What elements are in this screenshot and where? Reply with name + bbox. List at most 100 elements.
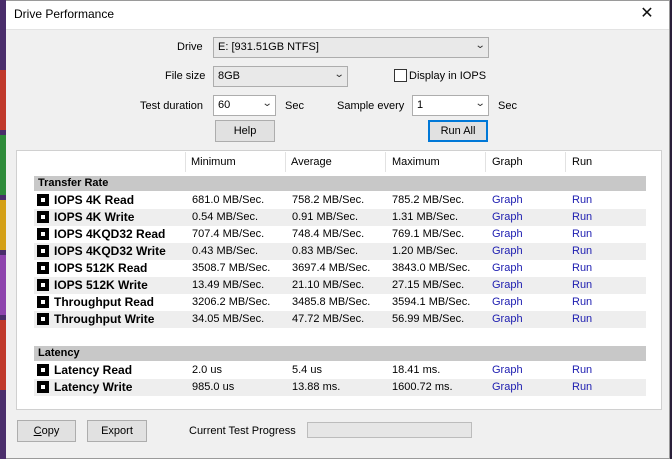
column-divider: [185, 152, 186, 172]
average-value: 758.2 MB/Sec.: [292, 194, 365, 206]
table-row: IOPS 512K Write 13.49 MB/Sec. 21.10 MB/Sec…: [34, 277, 646, 294]
file-size-label: File size: [165, 70, 206, 82]
test-icon: [37, 245, 49, 257]
graph-link[interactable]: Graph: [492, 262, 523, 274]
run-link[interactable]: Run: [572, 194, 592, 206]
test-name: IOPS 4KQD32 Write: [54, 244, 166, 258]
test-icon: [37, 262, 49, 274]
graph-link[interactable]: Graph: [492, 296, 523, 308]
minimum-value: 13.49 MB/Sec.: [192, 279, 265, 291]
test-name: IOPS 512K Read: [54, 261, 148, 275]
test-duration-label: Test duration: [140, 100, 203, 112]
sample-every-select[interactable]: 1 ⌄: [412, 95, 489, 116]
sample-every-label: Sample every: [337, 100, 405, 112]
current-test-progress-bar: [307, 422, 472, 438]
table-row: IOPS 4K Read 681.0 MB/Sec. 758.2 MB/Sec. 78…: [34, 192, 646, 209]
minimum-value: 985.0 us: [192, 381, 235, 393]
progress-label: Current Test Progress: [189, 425, 296, 437]
table-row: IOPS 4KQD32 Write 0.43 MB/Sec. 0.83 MB/Sec…: [34, 243, 646, 260]
graph-link[interactable]: Graph: [492, 245, 523, 257]
minimum-value: 0.43 MB/Sec.: [192, 245, 259, 257]
graph-link[interactable]: Graph: [492, 228, 523, 240]
test-name: IOPS 4K Write: [54, 210, 135, 224]
column-divider: [485, 152, 486, 172]
test-name: IOPS 512K Write: [54, 278, 148, 292]
run-link[interactable]: Run: [572, 211, 592, 223]
run-link[interactable]: Run: [572, 262, 592, 274]
table-row: IOPS 512K Read 3508.7 MB/Sec. 3697.4 MB/Se…: [34, 260, 646, 277]
maximum-value: 785.2 MB/Sec.: [392, 194, 465, 206]
test-icon: [37, 313, 49, 325]
test-icon: [37, 228, 49, 240]
maximum-value: 1600.72 ms.: [392, 381, 453, 393]
test-name: Throughput Read: [54, 295, 154, 309]
chevron-down-icon: ⌄: [474, 98, 486, 109]
file-size-select[interactable]: 8GB ⌄: [213, 66, 348, 87]
run-all-button[interactable]: Run All: [428, 120, 488, 142]
maximum-value: 1.31 MB/Sec.: [392, 211, 459, 223]
average-value: 748.4 MB/Sec.: [292, 228, 365, 240]
graph-link[interactable]: Graph: [492, 313, 523, 325]
run-link[interactable]: Run: [572, 381, 592, 393]
close-button[interactable]: ✕: [633, 3, 661, 27]
graph-link[interactable]: Graph: [492, 211, 523, 223]
export-button[interactable]: Export: [87, 420, 147, 442]
column-header-maximum: Maximum: [392, 156, 440, 168]
test-icon: [37, 381, 49, 393]
file-size-select-value: 8GB: [218, 70, 241, 82]
test-icon: [37, 194, 49, 206]
column-header-minimum: Minimum: [191, 156, 236, 168]
test-name: Throughput Write: [54, 312, 155, 326]
run-link[interactable]: Run: [572, 296, 592, 308]
run-link[interactable]: Run: [572, 228, 592, 240]
test-icon: [37, 364, 49, 376]
display-iops-label: Display in IOPS: [409, 70, 487, 82]
test-duration-select-value: 60: [218, 99, 231, 111]
maximum-value: 3843.0 MB/Sec.: [392, 262, 471, 274]
minimum-value: 707.4 MB/Sec.: [192, 228, 265, 240]
title-bar: Drive Performance ✕: [6, 1, 669, 30]
minimum-value: 34.05 MB/Sec.: [192, 313, 265, 325]
column-header-run: Run: [572, 156, 593, 168]
maximum-value: 27.15 MB/Sec.: [392, 279, 465, 291]
table-row: Latency Read 2.0 us 5.4 us 18.41 ms. Graph Ru…: [34, 362, 646, 379]
help-button[interactable]: Help: [215, 120, 275, 142]
average-value: 3485.8 MB/Sec.: [292, 296, 371, 308]
average-value: 0.91 MB/Sec.: [292, 211, 359, 223]
maximum-value: 18.41 ms.: [392, 364, 441, 376]
test-duration-select[interactable]: 60 ⌄: [213, 95, 276, 116]
column-divider: [565, 152, 566, 172]
test-name: IOPS 4K Read: [54, 193, 135, 207]
run-link[interactable]: Run: [572, 279, 592, 291]
chevron-down-icon: ⌄: [261, 98, 273, 109]
average-value: 47.72 MB/Sec.: [292, 313, 365, 325]
display-iops-checkbox[interactable]: [394, 69, 407, 82]
run-link[interactable]: Run: [572, 313, 592, 325]
run-link[interactable]: Run: [572, 245, 592, 257]
run-link[interactable]: Run: [572, 364, 592, 376]
minimum-value: 2.0 us: [192, 364, 222, 376]
average-value: 5.4 us: [292, 364, 322, 376]
column-header-graph: Graph: [492, 156, 523, 168]
sample-every-unit: Sec: [498, 100, 517, 112]
copy-button-label: opy: [41, 425, 60, 437]
section-latency: Latency: [34, 346, 646, 361]
column-divider: [285, 152, 286, 172]
graph-link[interactable]: Graph: [492, 381, 523, 393]
table-row: Throughput Write 34.05 MB/Sec. 47.72 MB/Se…: [34, 311, 646, 328]
test-icon: [37, 279, 49, 291]
test-name: IOPS 4KQD32 Read: [54, 227, 166, 241]
test-icon: [37, 296, 49, 308]
graph-link[interactable]: Graph: [492, 364, 523, 376]
drive-select[interactable]: E: [931.51GB NTFS] ⌄: [213, 37, 489, 58]
maximum-value: 56.99 MB/Sec.: [392, 313, 465, 325]
graph-link[interactable]: Graph: [492, 194, 523, 206]
copy-button[interactable]: Copy: [17, 420, 76, 442]
test-icon: [37, 211, 49, 223]
graph-link[interactable]: Graph: [492, 279, 523, 291]
drive-select-value: E: [931.51GB NTFS]: [218, 41, 319, 53]
chevron-down-icon: ⌄: [333, 69, 345, 80]
table-row: IOPS 4KQD32 Read 707.4 MB/Sec. 748.4 MB/Se…: [34, 226, 646, 243]
window-title: Drive Performance: [14, 7, 115, 21]
column-divider: [385, 152, 386, 172]
